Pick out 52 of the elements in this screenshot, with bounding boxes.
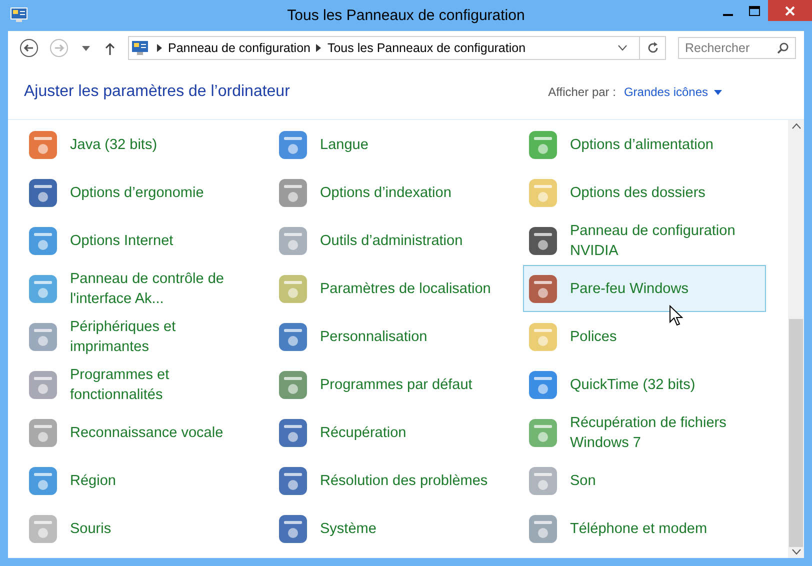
control-panel-item[interactable]: Outils d’administration: [273, 217, 516, 264]
caret-down-icon: [82, 46, 90, 50]
control-panel-item[interactable]: Options d’ergonomie: [23, 169, 266, 216]
control-panel-item[interactable]: Programmes par défaut: [273, 361, 516, 408]
caret-down-icon: [714, 90, 722, 94]
control-panel-item[interactable]: Programmes et fonctionnalités: [23, 361, 266, 408]
page-heading: Ajuster les paramètres de l’ordinateur: [24, 83, 290, 101]
control-panel-item[interactable]: Langue: [273, 121, 516, 168]
control-panel-item[interactable]: Téléphone et modem: [523, 505, 766, 552]
control-panel-item[interactable]: QuickTime (32 bits): [523, 361, 766, 408]
control-panel-item[interactable]: Options d’indexation: [273, 169, 516, 216]
control-panel-item[interactable]: Son: [523, 457, 766, 504]
control-panel-item[interactable]: Région: [23, 457, 266, 504]
control-panel-item[interactable]: Paramètres de localisation: [273, 265, 516, 312]
control-panel-item[interactable]: Système: [273, 505, 516, 552]
refresh-icon: [646, 42, 658, 54]
scrollbar[interactable]: [788, 120, 804, 558]
chevron-down-icon[interactable]: [618, 45, 627, 51]
breadcrumb-link[interactable]: Tous les Panneaux de configuration: [327, 41, 526, 55]
control-panel-icon: [131, 40, 149, 56]
close-icon: [785, 6, 795, 16]
control-panel-item[interactable]: Polices: [523, 313, 766, 360]
scrollbar-thumb[interactable]: [789, 319, 803, 547]
breadcrumb-link[interactable]: Panneau de configuration: [168, 41, 310, 55]
address-bar[interactable]: Panneau de configuration Tous les Panneaux de configuration: [128, 36, 666, 60]
maximize-icon: [749, 6, 760, 16]
control-panel-item[interactable]: Panneau de configuration NVIDIA: [523, 217, 766, 264]
control-panel-item[interactable]: Reconnaissance vocale: [23, 409, 266, 456]
view-label: Afficher par :: [548, 85, 616, 99]
control-panel-item[interactable]: Périphériques et imprimantes: [23, 313, 266, 360]
control-panel-item[interactable]: Souris: [23, 505, 266, 552]
view-dropdown[interactable]: Grandes icônes: [624, 85, 722, 99]
close-button[interactable]: [768, 0, 812, 21]
chevron-right-icon: [316, 44, 322, 52]
control-panel-item[interactable]: Résolution des problèmes: [273, 457, 516, 504]
control-panel-item[interactable]: Récupération de fichiers Windows 7: [523, 409, 766, 456]
search-icon: [777, 42, 789, 54]
control-panel-item[interactable]: Panneau de contrôle de l'interface Ak...: [23, 265, 266, 312]
window-title: Tous les Panneaux de configuration: [287, 7, 525, 24]
control-panel-icon: [10, 7, 28, 23]
minimize-icon: [722, 14, 732, 16]
control-panel-item[interactable]: Personnalisation: [273, 313, 516, 360]
control-panel-item[interactable]: Java (32 bits): [23, 121, 266, 168]
search-field[interactable]: Rechercher: [678, 37, 796, 59]
up-arrow-icon: [105, 42, 115, 54]
control-panel-item[interactable]: Options d’alimentation: [523, 121, 766, 168]
control-panel-item[interactable]: Pare-feu Windows: [523, 265, 766, 312]
chevron-right-icon: [157, 44, 162, 52]
control-panel-item[interactable]: Options Internet: [23, 217, 266, 264]
mouse-pointer-icon: [669, 305, 683, 326]
control-panel-item[interactable]: Options des dossiers: [523, 169, 766, 216]
control-panel-item[interactable]: Récupération: [273, 409, 516, 456]
